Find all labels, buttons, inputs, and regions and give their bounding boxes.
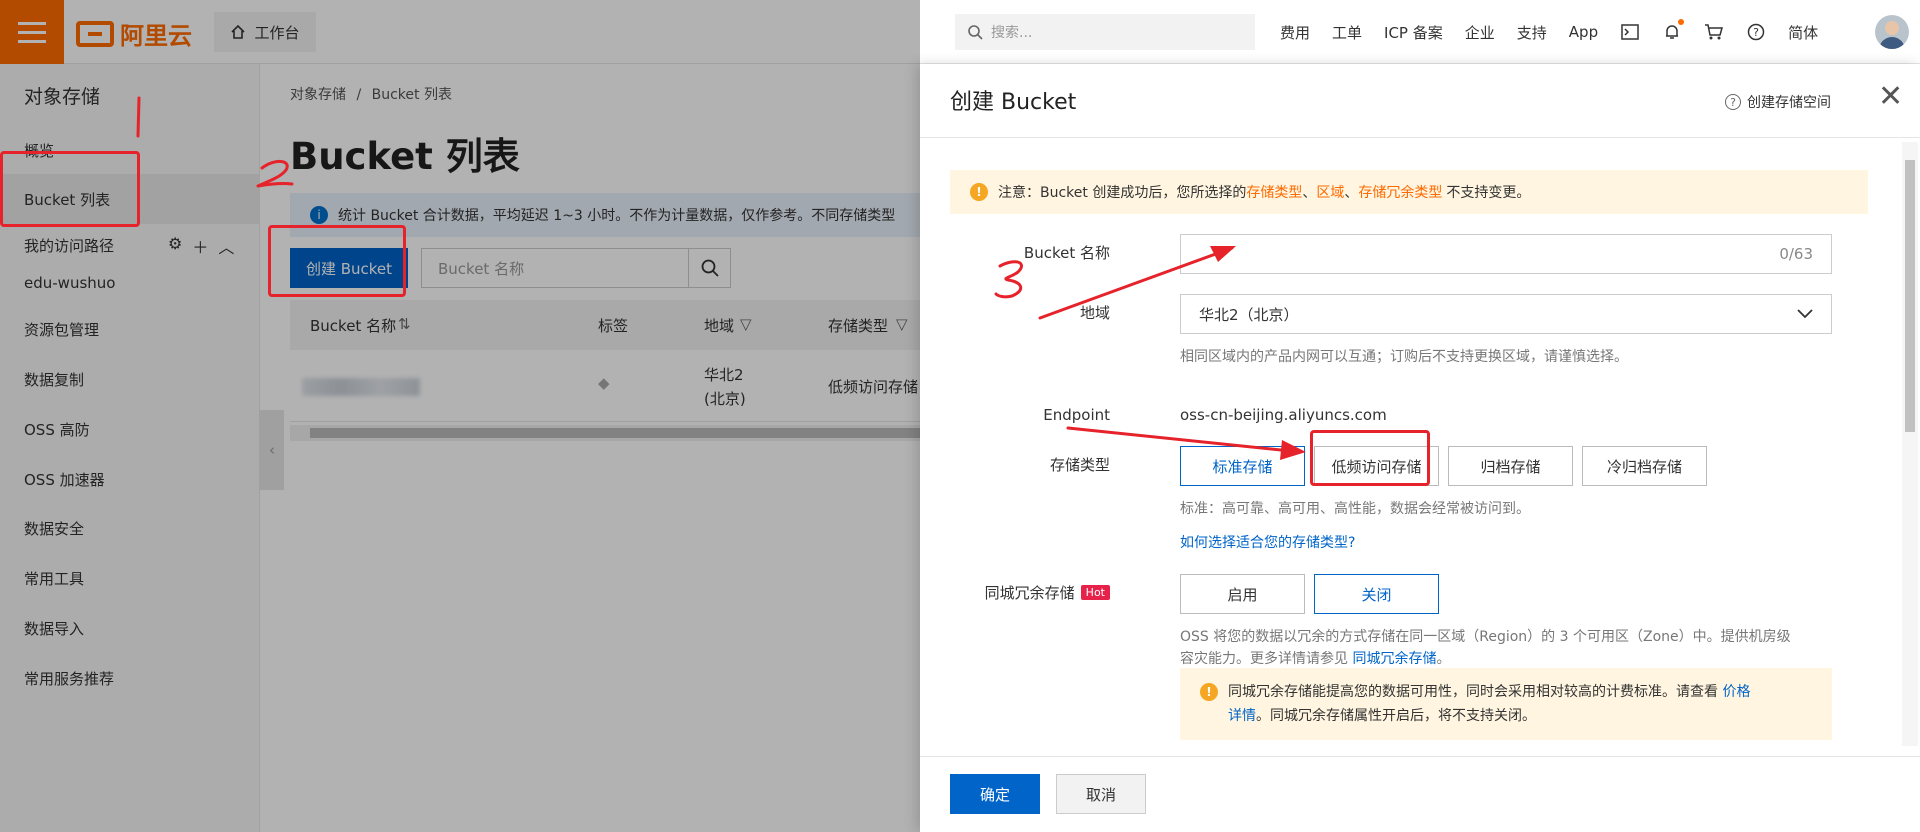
- svg-text:?: ?: [1753, 26, 1759, 39]
- redundancy-warning-text: 同城冗余存储能提高您的数据可用性，同时会采用相对较高的计费标准。请查看 价格 详…: [1228, 680, 1750, 728]
- global-search-input[interactable]: 搜索...: [955, 14, 1255, 50]
- redundancy-hint-line2-wrap: 容灾能力。更多详情请参见 同城冗余存储。: [1180, 648, 1832, 670]
- storage-archive-option[interactable]: 归档存储: [1448, 446, 1573, 486]
- storage-help-link[interactable]: 如何选择适合您的存储类型?: [1180, 532, 1355, 552]
- terminal-icon[interactable]: [1620, 22, 1640, 42]
- warning-text: 注意：Bucket 创建成功后，您所选择的存储类型、区域、存储冗余类型 不支持变更…: [998, 182, 1530, 202]
- annotation-box-bucket-list: [0, 151, 140, 227]
- panel-footer: 确定 取消: [920, 756, 1920, 832]
- warn2-line2: 。同城冗余存储属性开启后，将不支持关闭。: [1256, 708, 1536, 724]
- redundancy-hint-end: 。: [1436, 651, 1451, 667]
- close-icon[interactable]: ✕: [1878, 82, 1903, 112]
- name-counter: 0/63: [1779, 245, 1813, 263]
- cart-icon[interactable]: [1704, 22, 1724, 42]
- redundancy-label-text: 同城冗余存储: [984, 584, 1075, 602]
- region-label: 地域: [1079, 304, 1110, 322]
- bucket-name-label: Bucket 名称: [1023, 244, 1110, 262]
- nav-app[interactable]: App: [1569, 23, 1598, 41]
- redundancy-hint: OSS 将您的数据以冗余的方式存储在同一区域（Region）的 3 个可用区（Z…: [1180, 626, 1832, 670]
- warning-banner: ! 注意：Bucket 创建成功后，您所选择的存储类型、区域、存储冗余类型 不支持…: [950, 170, 1868, 214]
- cancel-button[interactable]: 取消: [1056, 774, 1146, 814]
- nav-support[interactable]: 支持: [1517, 22, 1547, 43]
- help-label: 创建存储空间: [1747, 95, 1831, 111]
- redundancy-disable-option[interactable]: 关闭: [1314, 574, 1439, 614]
- annotation-box-ia-option: [1310, 430, 1430, 486]
- create-space-help-link[interactable]: ? 创建存储空间: [1725, 92, 1831, 112]
- warning-suffix: 不支持变更。: [1446, 185, 1531, 201]
- warning-sep: 、: [1302, 185, 1317, 201]
- price-link[interactable]: 价格: [1722, 684, 1750, 700]
- bucket-name-input[interactable]: 0/63: [1180, 234, 1832, 274]
- warning-sep: 、: [1344, 185, 1359, 201]
- nav-fees[interactable]: 费用: [1280, 22, 1310, 43]
- redundancy-warning: ! 同城冗余存储能提高您的数据可用性，同时会采用相对较高的计费标准。请查看 价格…: [1180, 668, 1832, 740]
- region-select[interactable]: 华北2（北京）: [1180, 294, 1832, 334]
- bell-icon[interactable]: [1662, 19, 1685, 42]
- search-icon: [968, 25, 983, 40]
- redundancy-enable-option[interactable]: 启用: [1180, 574, 1305, 614]
- panel-scrollbar[interactable]: [1902, 142, 1918, 746]
- warning-prefix: 注意：Bucket 创建成功后，您所选择的: [998, 185, 1247, 201]
- search-placeholder: 搜索...: [991, 25, 1033, 41]
- redundancy-hint-line2: 容灾能力。更多详情请参见: [1180, 651, 1348, 667]
- top-nav: 费用 工单 ICP 备案 企业 支持 App ? 简体: [1280, 0, 1818, 64]
- chevron-down-icon: [1797, 309, 1813, 319]
- modal-overlay[interactable]: [0, 0, 920, 832]
- warning-term-region: 区域: [1316, 185, 1345, 201]
- storage-hint: 标准：高可靠、高可用、高性能，数据会经常被访问到。: [1180, 501, 1530, 517]
- redundancy-hint-line1: OSS 将您的数据以冗余的方式存储在同一区域（Region）的 3 个可用区（Z…: [1180, 629, 1791, 645]
- panel-header: 创建 Bucket ? 创建存储空间 ✕: [920, 64, 1920, 138]
- storage-type-label: 存储类型: [1049, 456, 1110, 474]
- endpoint-value: oss-cn-beijing.aliyuncs.com: [1180, 406, 1387, 424]
- redundancy-doc-link[interactable]: 同城冗余存储: [1352, 651, 1436, 667]
- warning-icon: !: [1200, 683, 1218, 701]
- language-switch[interactable]: 简体: [1788, 22, 1818, 43]
- price-details-link[interactable]: 详情: [1228, 708, 1256, 724]
- panel-title: 创建 Bucket: [950, 90, 1077, 115]
- warning-term-storage: 存储类型: [1246, 185, 1303, 201]
- user-avatar[interactable]: [1875, 15, 1909, 49]
- hot-badge: Hot: [1080, 585, 1110, 600]
- warning-icon: !: [970, 183, 988, 201]
- annotation-box-create-button: [268, 225, 406, 297]
- nav-tickets[interactable]: 工单: [1332, 22, 1362, 43]
- nav-icp[interactable]: ICP 备案: [1384, 22, 1443, 43]
- nav-enterprise[interactable]: 企业: [1465, 22, 1495, 43]
- region-hint: 相同区域内的产品内网可以互通；订购后不支持更换区域，请谨慎选择。: [1180, 349, 1628, 365]
- warning-term-redundancy: 存储冗余类型: [1358, 185, 1443, 201]
- warn2-line1: 同城冗余存储能提高您的数据可用性，同时会采用相对较高的计费标准。请查看: [1228, 684, 1718, 700]
- storage-cold-archive-option[interactable]: 冷归档存储: [1582, 446, 1707, 486]
- question-icon: ?: [1725, 94, 1741, 110]
- endpoint-label: Endpoint: [1043, 406, 1110, 424]
- redundancy-label: 同城冗余存储 Hot: [900, 582, 1110, 603]
- confirm-button[interactable]: 确定: [950, 774, 1040, 814]
- help-icon[interactable]: ?: [1746, 22, 1766, 42]
- region-value: 华北2（北京）: [1199, 305, 1299, 324]
- storage-standard-option[interactable]: 标准存储: [1180, 446, 1305, 486]
